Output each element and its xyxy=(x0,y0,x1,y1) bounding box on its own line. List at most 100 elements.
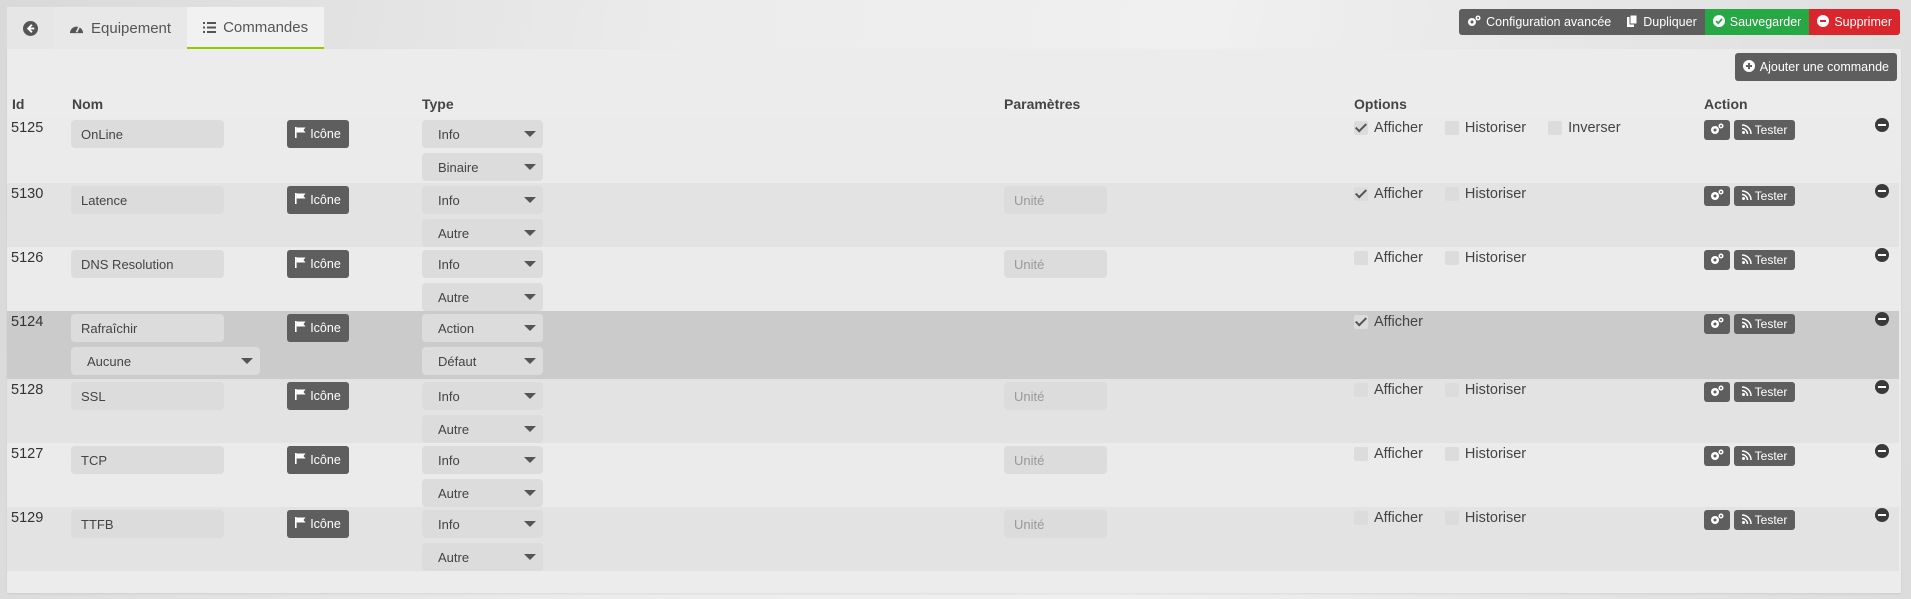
choose-icon-button[interactable]: Icône xyxy=(287,120,349,148)
tab-label: Commandes xyxy=(223,18,309,36)
test-button[interactable]: Tester xyxy=(1734,186,1795,206)
test-button[interactable]: Tester xyxy=(1734,120,1795,140)
flag-icon xyxy=(295,321,306,335)
historiser-option[interactable]: Historiser xyxy=(1444,446,1526,462)
unit-input[interactable]: Unité xyxy=(1004,186,1107,214)
historiser-checkbox[interactable] xyxy=(1444,251,1459,265)
remove-row-icon[interactable] xyxy=(1875,312,1889,326)
advanced-config-button[interactable] xyxy=(1704,446,1730,466)
tab-equipement[interactable]: Equipement xyxy=(53,7,188,49)
afficher-checkbox[interactable] xyxy=(1354,315,1368,329)
cogs-icon xyxy=(1710,448,1724,464)
test-button[interactable]: Tester xyxy=(1734,382,1795,402)
test-button[interactable]: Tester xyxy=(1734,446,1795,466)
advanced-config-button[interactable] xyxy=(1704,510,1730,530)
choose-icon-button[interactable]: Icône xyxy=(287,314,349,342)
command-name-input[interactable]: Rafraîchir xyxy=(71,314,224,342)
subtype-select[interactable]: Autre xyxy=(422,543,543,571)
type-select[interactable]: Info xyxy=(422,186,543,214)
choose-icon-button[interactable]: Icône xyxy=(287,510,349,538)
chevron-down-icon xyxy=(524,294,536,300)
command-name-input[interactable]: TTFB xyxy=(71,510,224,538)
historiser-option[interactable]: Historiser xyxy=(1444,186,1526,202)
advanced-config-button[interactable] xyxy=(1704,314,1730,334)
choose-icon-button[interactable]: Icône xyxy=(287,186,349,214)
afficher-checkbox[interactable] xyxy=(1354,383,1368,397)
historiser-checkbox[interactable] xyxy=(1444,447,1459,461)
options-group: Afficher Historiser Inverser xyxy=(1354,120,1621,136)
cogs-icon xyxy=(1710,384,1724,400)
afficher-checkbox[interactable] xyxy=(1354,121,1368,135)
afficher-option[interactable]: Afficher xyxy=(1354,314,1423,330)
add-command-button[interactable]: Ajouter une commande xyxy=(1734,53,1897,81)
remove-row-icon[interactable] xyxy=(1875,118,1889,132)
subtype-select[interactable]: Autre xyxy=(422,415,543,443)
choose-icon-button[interactable]: Icône xyxy=(287,382,349,410)
chevron-down-icon xyxy=(524,521,536,527)
test-button[interactable]: Tester xyxy=(1734,314,1795,334)
tab-commandes[interactable]: Commandes xyxy=(187,7,325,49)
afficher-checkbox[interactable] xyxy=(1354,447,1368,461)
afficher-option[interactable]: Afficher xyxy=(1354,250,1423,266)
type-select[interactable]: Action xyxy=(422,314,543,342)
subtype-select[interactable]: Autre xyxy=(422,479,543,507)
command-name-input[interactable]: TCP xyxy=(71,446,224,474)
advanced-config-button[interactable] xyxy=(1704,382,1730,402)
delete-button[interactable]: Supprimer xyxy=(1809,9,1900,35)
config-avancee-button[interactable]: Configuration avancée xyxy=(1459,9,1620,35)
unit-input[interactable]: Unité xyxy=(1004,382,1107,410)
duplicate-button[interactable]: Dupliquer xyxy=(1619,9,1705,35)
unit-input[interactable]: Unité xyxy=(1004,446,1107,474)
type-select[interactable]: Info xyxy=(422,446,543,474)
afficher-checkbox[interactable] xyxy=(1354,187,1368,201)
unit-input[interactable]: Unité xyxy=(1004,250,1107,278)
remove-row-icon[interactable] xyxy=(1875,444,1889,458)
afficher-checkbox[interactable] xyxy=(1354,511,1368,525)
choose-icon-button[interactable]: Icône xyxy=(287,446,349,474)
command-name-input[interactable]: SSL xyxy=(71,382,224,410)
command-name-input[interactable]: Latence xyxy=(71,186,224,214)
remove-row-icon[interactable] xyxy=(1875,508,1889,522)
remove-row-icon[interactable] xyxy=(1875,184,1889,198)
afficher-option[interactable]: Afficher xyxy=(1354,120,1423,136)
value-select[interactable]: Aucune xyxy=(71,347,260,375)
advanced-config-button[interactable] xyxy=(1704,250,1730,270)
historiser-checkbox[interactable] xyxy=(1444,121,1459,135)
tab-back[interactable] xyxy=(7,7,53,49)
historiser-checkbox[interactable] xyxy=(1444,187,1459,201)
afficher-option[interactable]: Afficher xyxy=(1354,186,1423,202)
afficher-option[interactable]: Afficher xyxy=(1354,446,1423,462)
historiser-option[interactable]: Historiser xyxy=(1444,382,1526,398)
historiser-option[interactable]: Historiser xyxy=(1444,120,1526,136)
subtype-select[interactable]: Autre xyxy=(422,219,543,247)
choose-icon-button[interactable]: Icône xyxy=(287,250,349,278)
inverser-checkbox[interactable] xyxy=(1548,121,1563,135)
test-button[interactable]: Tester xyxy=(1734,250,1795,270)
afficher-option[interactable]: Afficher xyxy=(1354,382,1423,398)
historiser-option[interactable]: Historiser xyxy=(1444,510,1526,526)
advanced-config-button[interactable] xyxy=(1704,120,1730,140)
historiser-checkbox[interactable] xyxy=(1444,511,1459,525)
type-select[interactable]: Info xyxy=(422,510,543,538)
test-button[interactable]: Tester xyxy=(1734,510,1795,530)
type-select[interactable]: Info xyxy=(422,250,543,278)
command-name-input[interactable]: OnLine xyxy=(71,120,224,148)
afficher-checkbox[interactable] xyxy=(1354,251,1368,265)
inverser-option[interactable]: Inverser xyxy=(1548,120,1621,136)
historiser-checkbox[interactable] xyxy=(1444,383,1459,397)
chevron-down-icon xyxy=(524,164,536,170)
subtype-select[interactable]: Binaire xyxy=(422,153,543,181)
type-select[interactable]: Info xyxy=(422,382,543,410)
save-button[interactable]: Sauvegarder xyxy=(1704,9,1810,35)
remove-row-icon[interactable] xyxy=(1875,248,1889,262)
unit-input[interactable]: Unité xyxy=(1004,510,1107,538)
subtype-select[interactable]: Autre xyxy=(422,283,543,311)
advanced-config-button[interactable] xyxy=(1704,186,1730,206)
command-name-input[interactable]: DNS Resolution xyxy=(71,250,224,278)
subtype-select[interactable]: Défaut xyxy=(422,347,543,375)
remove-row-icon[interactable] xyxy=(1875,380,1889,394)
historiser-option[interactable]: Historiser xyxy=(1444,250,1526,266)
afficher-option[interactable]: Afficher xyxy=(1354,510,1423,526)
tab-bar: Equipement Commandes xyxy=(7,7,325,49)
type-select[interactable]: Info xyxy=(422,120,543,148)
